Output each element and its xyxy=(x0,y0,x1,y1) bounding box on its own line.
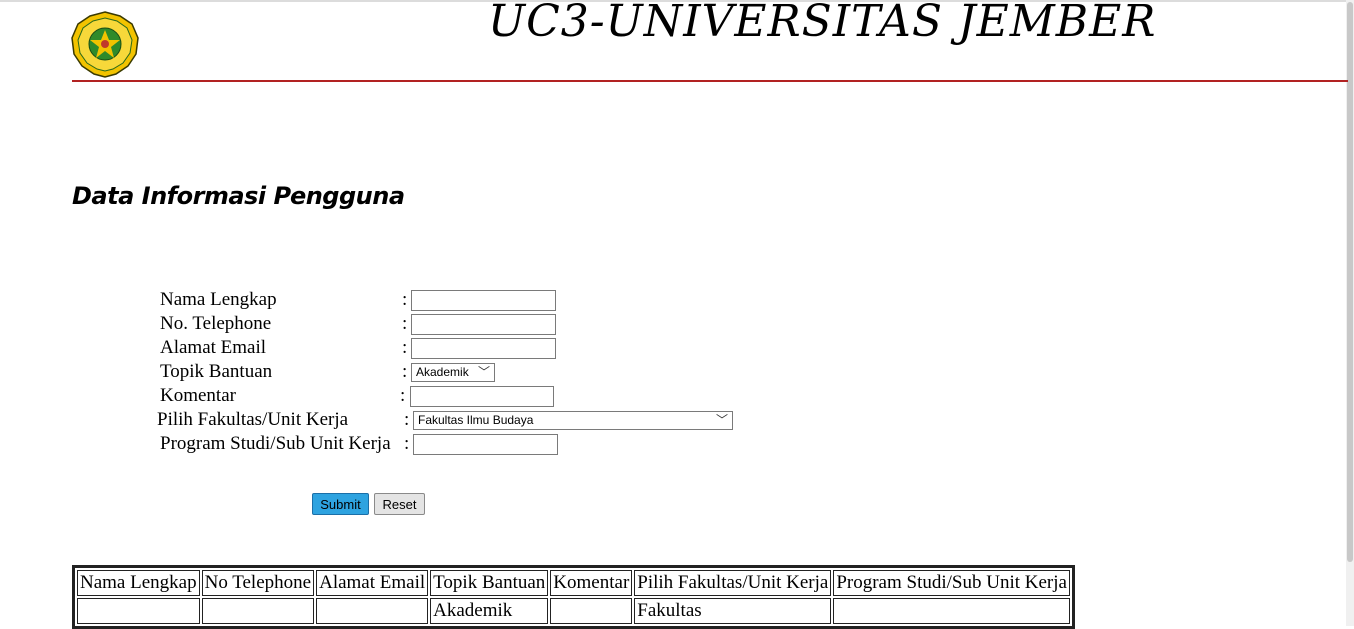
submit-button[interactable]: Submit xyxy=(312,493,369,515)
column-header: Pilih Fakultas/Unit Kerja xyxy=(634,570,832,596)
field-colon: : xyxy=(404,409,410,430)
field-colon: : xyxy=(402,289,408,310)
field-colon: : xyxy=(402,361,408,382)
reset-button[interactable]: Reset xyxy=(374,493,425,515)
form-row-program-studi: Program Studi/Sub Unit Kerja : xyxy=(0,433,1354,455)
form-row-topik-bantuan: Topik Bantuan : Akademik ﹀ xyxy=(0,361,1354,383)
chevron-down-icon: ﹀ xyxy=(715,413,728,427)
table-header-row: Nama Lengkap No Telephone Alamat Email T… xyxy=(77,570,1070,596)
site-title: UC3-UNIVERSITAS JEMBER xyxy=(488,0,1157,47)
form-row-telephone: No. Telephone : xyxy=(0,313,1354,335)
table-cell: Akademik xyxy=(430,598,549,624)
field-colon: : xyxy=(402,337,408,358)
field-colon: : xyxy=(402,313,408,334)
header-divider xyxy=(72,80,1348,82)
column-header: Nama Lengkap xyxy=(77,570,200,596)
komentar-input[interactable] xyxy=(410,386,554,407)
program-studi-input[interactable] xyxy=(413,434,558,455)
table-cell xyxy=(550,598,633,624)
fakultas-select[interactable]: Fakultas Ilmu Budaya ﹀ xyxy=(413,411,733,430)
column-header: Program Studi/Sub Unit Kerja xyxy=(833,570,1070,596)
field-label: No. Telephone xyxy=(160,313,272,334)
field-label: Pilih Fakultas/Unit Kerja xyxy=(157,409,349,430)
field-label: Alamat Email xyxy=(160,337,267,358)
data-table: Nama Lengkap No Telephone Alamat Email T… xyxy=(72,565,1075,629)
column-header: Topik Bantuan xyxy=(430,570,549,596)
chevron-down-icon: ﹀ xyxy=(477,365,490,379)
page-title: Data Informasi Pengguna xyxy=(72,182,405,210)
topik-bantuan-select[interactable]: Akademik ﹀ xyxy=(411,363,495,382)
email-input[interactable] xyxy=(411,338,556,359)
column-header: Alamat Email xyxy=(316,570,429,596)
table-row: Akademik Fakultas xyxy=(77,598,1070,624)
form-row-nama-lengkap: Nama Lengkap : xyxy=(0,289,1354,311)
field-label: Nama Lengkap xyxy=(160,289,277,310)
table-cell xyxy=(833,598,1070,624)
select-value: Akademik xyxy=(416,365,469,379)
column-header: No Telephone xyxy=(201,570,315,596)
form-row-fakultas: Pilih Fakultas/Unit Kerja : Fakultas Ilm… xyxy=(0,409,1354,431)
form-row-komentar: Komentar : xyxy=(0,385,1354,407)
table-cell xyxy=(201,598,315,624)
form-row-email: Alamat Email : xyxy=(0,337,1354,359)
table-cell: Fakultas xyxy=(634,598,832,624)
field-colon: : xyxy=(404,433,410,454)
nama-lengkap-input[interactable] xyxy=(411,290,556,311)
select-value: Fakultas Ilmu Budaya xyxy=(418,413,534,427)
telephone-input[interactable] xyxy=(411,314,556,335)
scrollbar-thumb[interactable] xyxy=(1347,2,1353,562)
table-cell xyxy=(77,598,200,624)
university-seal-icon xyxy=(70,10,140,78)
field-colon: : xyxy=(400,385,406,406)
table-cell xyxy=(316,598,429,624)
field-label: Program Studi/Sub Unit Kerja xyxy=(160,433,391,454)
field-label: Topik Bantuan xyxy=(160,361,273,382)
column-header: Komentar xyxy=(550,570,633,596)
field-label: Komentar xyxy=(160,385,236,406)
